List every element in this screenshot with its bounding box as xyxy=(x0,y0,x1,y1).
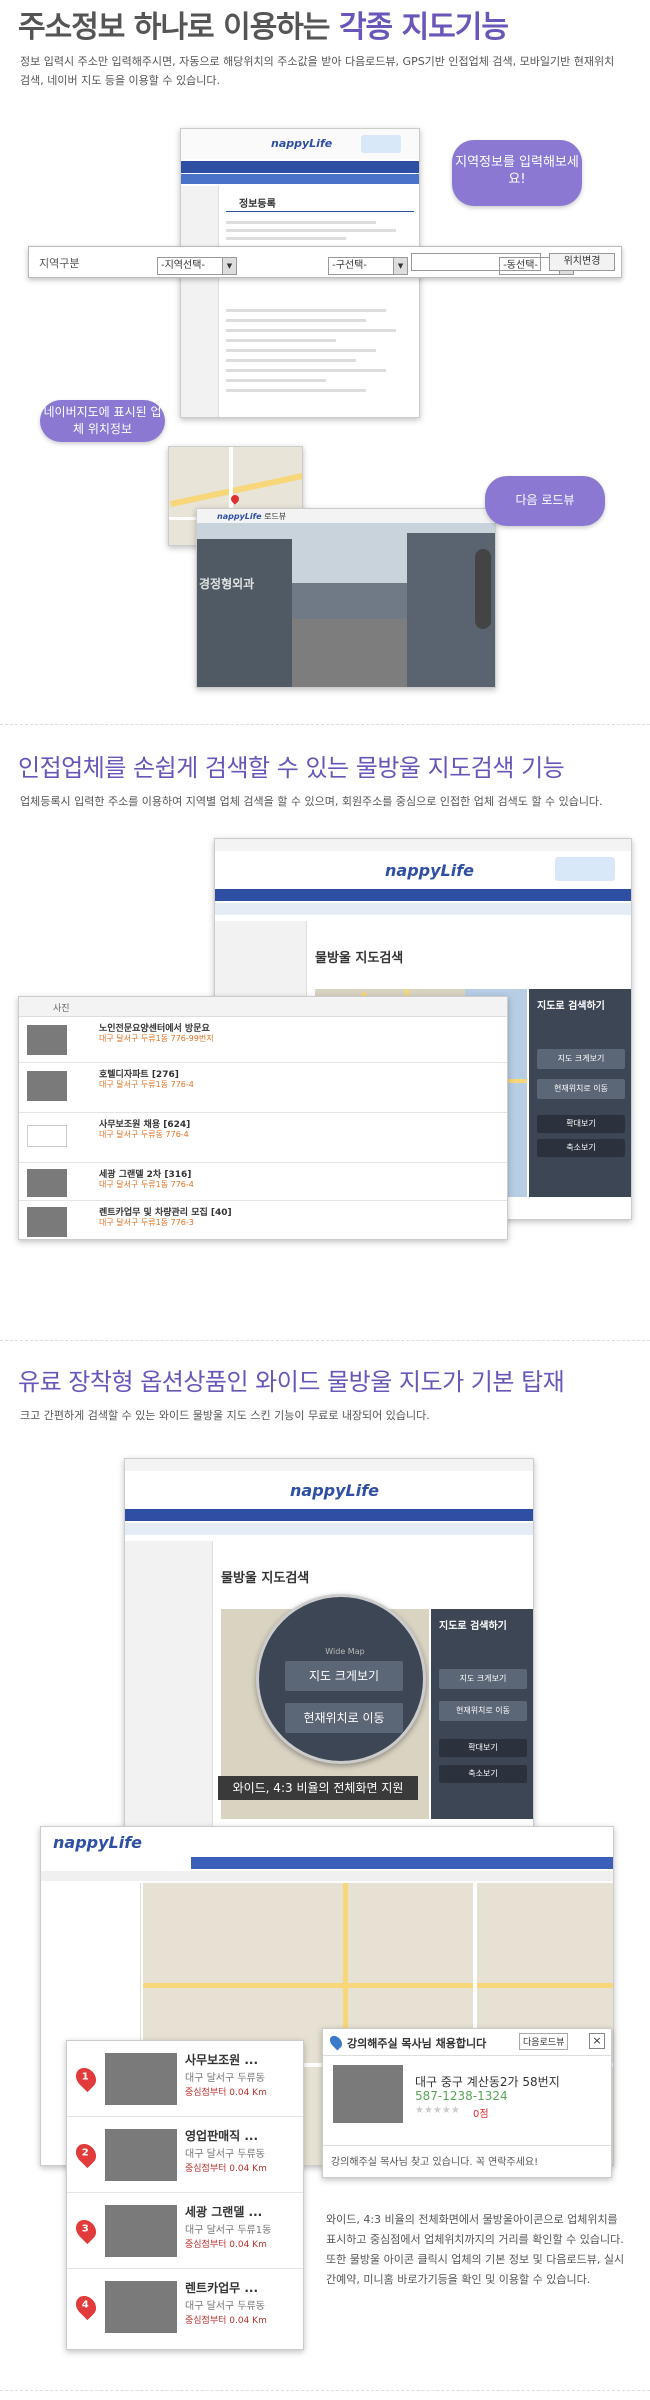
list-item-addr: 대구 달서구 두류동 xyxy=(185,2149,265,2160)
close-icon[interactable]: × xyxy=(589,2033,605,2049)
bubble-roadview: 다음 로드뷰 xyxy=(485,476,605,526)
section3-desc: 크고 간편하게 검색할 수 있는 와이드 물방울 지도 스킨 기능이 무료로 내… xyxy=(20,1409,430,1422)
list-item-addr: 대구 달서구 두류동 xyxy=(185,2073,265,2084)
list-item-distance: 중심점부터 0.04 Km xyxy=(185,2164,267,2174)
map-control-panel: 지도로 검색하기 지도 크게보기 현재위치로 이동 확대보기 축소보기 xyxy=(431,1609,533,1819)
chevron-down-icon: ▼ xyxy=(393,258,408,274)
section1-desc: 정보 입력시 주소만 입력해주시면, 자동으로 해당위치의 주소값을 받아 다음… xyxy=(20,55,615,87)
nappylife-logo: nappyLife xyxy=(53,1833,143,1852)
location-change-button[interactable]: 위치변경 xyxy=(549,253,615,271)
zoom-in-button[interactable]: 확대보기 xyxy=(537,1115,625,1133)
list-item-addr: 대구 달서구 두류동 776-4 xyxy=(99,1130,189,1139)
list-item[interactable]: 1 사무보조원 ... 대구 달서구 두류동 중심점부터 0.04 Km xyxy=(67,2041,303,2117)
nappylife-logo: nappyLife xyxy=(290,1481,380,1500)
gu-select[interactable]: -구선택- ▼ xyxy=(328,257,409,275)
list-item[interactable]: 세광 그랜델 2차 [316] 대구 달서구 두류1동 776-4 xyxy=(19,1165,507,1201)
roadview-label: 로드뷰 xyxy=(264,512,287,521)
list-item-distance: 중심점부터 0.04 Km xyxy=(185,2316,267,2326)
list-item-name: 세광 그랜델 ... xyxy=(185,2205,263,2219)
popup-footer: 강의해주실 목사님 찾고 있습니다. 꼭 연락주세요! xyxy=(331,2157,539,2168)
list-item[interactable]: 사무보조원 채용 [624] 대구 달서구 두류동 776-4 xyxy=(19,1115,507,1163)
popup-rating: 0점 xyxy=(473,2109,489,2120)
popup-phone: 587-1238-1324 xyxy=(415,2089,508,2103)
list-item-addr: 대구 달서구 두류1동 776-99번지 xyxy=(99,1034,214,1043)
page-title: 물방울 지도검색 xyxy=(315,951,404,966)
popup-roadview-button[interactable]: 다음로드뷰 xyxy=(519,2033,569,2050)
expand-map-button[interactable]: 지도 크게보기 xyxy=(537,1049,625,1069)
zoom-expand-button[interactable]: 지도 크게보기 xyxy=(285,1661,403,1691)
company-popup: 강의해주실 목사님 채용합니다 다음로드뷰 × 대구 중구 계산동2가 58번지… xyxy=(322,2028,612,2178)
roadview-screenshot: nappyLife 로드뷰 경정형외과 xyxy=(196,508,496,688)
panel-title: 지도로 검색하기 xyxy=(537,1001,605,1012)
section2-title: 인접업체를 손쉽게 검색할 수 있는 물방울 지도검색 기능 xyxy=(18,754,565,782)
list-item[interactable]: 2 영업판매직 ... 대구 달서구 두류동 중심점부터 0.04 Km xyxy=(67,2117,303,2193)
gu-select-value: -구선택- xyxy=(332,260,367,271)
roadview-zoom-control[interactable] xyxy=(475,549,491,629)
section2-desc: 업체등록시 입력한 주소를 이용하여 지역별 업체 검색을 할 수 있으며, 회… xyxy=(20,795,603,808)
current-location-button[interactable]: 현재위치로 이동 xyxy=(439,1701,527,1721)
company-list-overlay: 사진 노인전문요양센터에서 방문요 대구 달서구 두류1동 776-99번지 호… xyxy=(18,996,508,1240)
list-item-distance: 중심점부터 0.04 Km xyxy=(185,2240,267,2250)
chevron-down-icon: ▼ xyxy=(222,258,236,274)
list-item-addr: 대구 달서구 두류1동 776-4 xyxy=(99,1180,194,1189)
zoom-in-button[interactable]: 확대보기 xyxy=(439,1739,527,1757)
map-pin-icon xyxy=(327,2033,345,2051)
zoom-out-button[interactable]: 축소보기 xyxy=(439,1765,527,1783)
zoom-out-button[interactable]: 축소보기 xyxy=(537,1139,625,1157)
list-item-name: 사무보조원 ... xyxy=(185,2053,259,2067)
popup-title: 강의해주실 목사님 채용합니다 xyxy=(347,2037,487,2050)
nappylife-logo: nappyLife xyxy=(385,861,475,880)
city-select[interactable]: -지역선택- ▼ xyxy=(157,257,237,275)
list-item-addr: 대구 달서구 두류1동 776-4 xyxy=(99,1080,194,1089)
list-item[interactable]: 렌트카업무 및 차량관리 모집 [40] 대구 달서구 두류1동 776-3 xyxy=(19,1203,507,1239)
region-label: 지역구분 xyxy=(39,257,80,270)
list-item[interactable]: 호텔디자파트 [276] 대구 달서구 두류1동 776-4 xyxy=(19,1065,507,1113)
form-title: 정보등록 xyxy=(239,199,276,210)
list-item-addr: 대구 달서구 두류1동 xyxy=(185,2225,272,2236)
map-control-panel: 지도로 검색하기 지도 크게보기 현재위치로 이동 확대보기 축소보기 xyxy=(529,989,631,1197)
expand-map-button[interactable]: 지도 크게보기 xyxy=(439,1669,527,1689)
list-item[interactable]: 4 렌트카업무 ... 대구 달서구 두류동 중심점부터 0.04 Km xyxy=(67,2269,303,2349)
panel-title: 지도로 검색하기 xyxy=(439,1621,507,1632)
region-selector-bar: 지역구분 -지역선택-▼ -구선택-▼ -동선택-▼ 위치변경 xyxy=(28,246,622,278)
list-item[interactable]: 노인전문요양센터에서 방문요 대구 달서구 두류1동 776-99번지 xyxy=(19,1019,507,1063)
section3-footer-desc: 와이드, 4:3 비율의 전체화면에서 물방울아이콘으로 업체위치를 표시하고 … xyxy=(326,2213,625,2286)
list-item-addr: 대구 달서구 두류동 xyxy=(185,2301,265,2312)
popup-address: 대구 중구 계산동2가 58번지 xyxy=(415,2075,560,2089)
section1-title: 주소정보 하나로 이용하는 각종 지도기능 xyxy=(18,10,509,45)
bubble-naver-map: 네이버지도에 표시된 업체 위치정보 xyxy=(40,400,165,442)
popup-photo xyxy=(333,2065,403,2123)
page-title: 물방울 지도검색 xyxy=(221,1571,310,1586)
zoom-caption: Wide Map xyxy=(325,1647,365,1656)
roadview-sign: 경정형외과 xyxy=(199,577,255,591)
rating-stars: ★★★★★ xyxy=(415,2105,460,2116)
wide-caption: 와이드, 4:3 비율의 전체화면 지원 xyxy=(218,1776,418,1800)
page: 주소정보 하나로 이용하는 각종 지도기능 정보 입력시 주소만 입력해주시면,… xyxy=(0,0,650,2400)
nappylife-logo: nappyLife xyxy=(271,137,333,150)
list-item-addr: 대구 달서구 두류1동 776-3 xyxy=(99,1218,194,1227)
current-location-button[interactable]: 현재위치로 이동 xyxy=(537,1079,625,1099)
address-input[interactable] xyxy=(411,253,541,271)
list-item-name: 영업판매직 ... xyxy=(185,2129,259,2143)
zoom-magnifier: Wide Map 지도 크게보기 현재위치로 이동 xyxy=(256,1594,426,1764)
city-select-value: -지역선택- xyxy=(161,260,206,271)
section3-title: 유료 장착형 옵션상품인 와이드 물방울 지도가 기본 탑재 xyxy=(18,1368,565,1396)
list-item-name: 렌트카업무 ... xyxy=(185,2281,259,2295)
list-item-distance: 중심점부터 0.04 Km xyxy=(185,2088,267,2098)
zoom-current-button[interactable]: 현재위치로 이동 xyxy=(285,1703,403,1733)
list-header-photo: 사진 xyxy=(53,1004,70,1014)
bubble-region-input: 지역정보를 입력해보세요! xyxy=(452,140,582,206)
numbered-company-list: 1 사무보조원 ... 대구 달서구 두류동 중심점부터 0.04 Km 2 영… xyxy=(66,2040,304,2350)
list-item[interactable]: 3 세광 그랜델 ... 대구 달서구 두류1동 중심점부터 0.04 Km xyxy=(67,2193,303,2269)
